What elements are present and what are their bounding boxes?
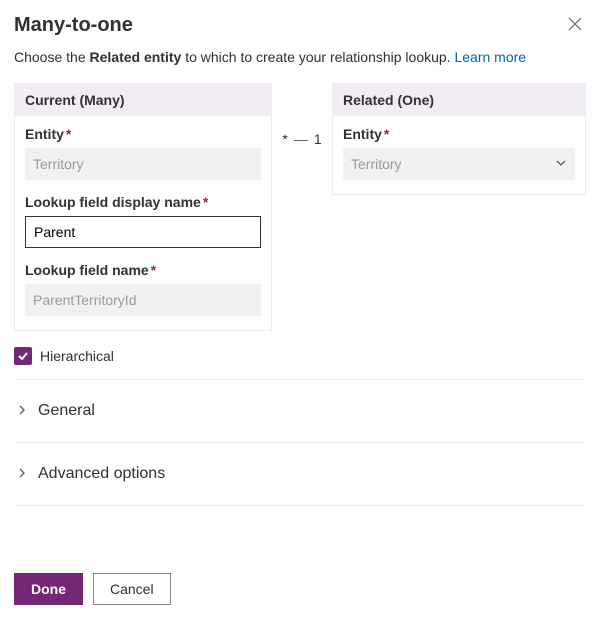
label-text: Entity [25, 126, 64, 142]
label-text: Lookup field name [25, 262, 149, 278]
label-text: Lookup field display name [25, 194, 201, 210]
related-entity-select[interactable] [343, 148, 575, 180]
page-title: Many-to-one [14, 14, 133, 37]
lookup-display-name-label: Lookup field display name* [25, 194, 261, 210]
lookup-field-name-input [25, 284, 261, 316]
subtitle-text-suffix: to which to create your relationship loo… [181, 49, 454, 65]
connector-line: — [294, 131, 308, 147]
cancel-button[interactable]: Cancel [93, 573, 171, 605]
divider [14, 505, 586, 506]
hierarchical-checkbox[interactable] [14, 347, 32, 365]
advanced-section-title: Advanced options [38, 465, 165, 483]
required-marker: * [203, 194, 208, 210]
current-entity-label: Entity* [25, 126, 261, 142]
subtitle-text-prefix: Choose the [14, 49, 90, 65]
required-marker: * [66, 126, 71, 142]
subtitle: Choose the Related entity to which to cr… [14, 49, 586, 65]
close-icon[interactable] [564, 14, 586, 36]
advanced-section-toggle[interactable]: Advanced options [14, 453, 586, 495]
current-panel: Current (Many) Entity* Lookup field disp… [14, 83, 272, 331]
done-button[interactable]: Done [14, 573, 83, 605]
current-entity-input [25, 148, 261, 180]
label-text: Entity [343, 126, 382, 142]
chevron-right-icon [16, 466, 28, 482]
subtitle-bold: Related entity [90, 49, 182, 65]
lookup-field-name-label: Lookup field name* [25, 262, 261, 278]
cardinality-connector: * — 1 [272, 83, 332, 147]
related-panel: Related (One) Entity* [332, 83, 586, 195]
cardinality-one: 1 [314, 131, 322, 147]
related-entity-label: Entity* [343, 126, 575, 142]
required-marker: * [384, 126, 389, 142]
hierarchical-label: Hierarchical [40, 348, 114, 364]
related-panel-title: Related (One) [333, 84, 585, 116]
cardinality-many: * [282, 131, 287, 147]
divider [14, 442, 586, 443]
learn-more-link[interactable]: Learn more [454, 49, 526, 65]
general-section-title: General [38, 402, 95, 420]
lookup-display-name-input[interactable] [25, 216, 261, 248]
general-section-toggle[interactable]: General [14, 390, 586, 432]
current-panel-title: Current (Many) [15, 84, 271, 116]
divider [14, 379, 586, 380]
chevron-right-icon [16, 403, 28, 419]
required-marker: * [151, 262, 156, 278]
